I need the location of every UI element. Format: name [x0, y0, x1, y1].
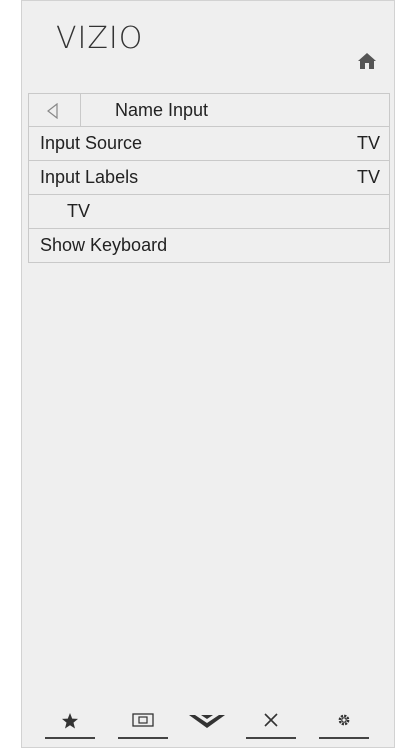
vizio-logo: VIZIO — [56, 21, 144, 56]
menu-panel: VIZIO Name Input Input Source TV Input L… — [21, 0, 395, 748]
menu-item-input-labels[interactable]: Input Labels TV — [28, 161, 390, 195]
back-arrow-icon — [47, 103, 58, 119]
gear-icon — [338, 714, 350, 726]
menu-item-label: Show Keyboard — [40, 235, 168, 255]
widescreen-icon — [132, 713, 154, 727]
vizio-menu-button[interactable] — [182, 706, 232, 739]
exit-button[interactable] — [246, 706, 296, 739]
menu-list: Name Input Input Source TV Input Labels … — [28, 93, 390, 263]
vizio-v-icon — [189, 715, 225, 728]
menu-title-row: Name Input — [28, 93, 390, 127]
menu-item-label: Input Source — [40, 133, 143, 153]
menu-item-name-field[interactable]: TV — [28, 195, 390, 229]
menu-item-input-source[interactable]: Input Source TV — [28, 127, 390, 161]
menu-item-value: TV — [356, 133, 380, 153]
menu-title: Name Input — [115, 100, 209, 120]
bottom-bar — [22, 706, 394, 746]
menu-item-show-keyboard[interactable]: Show Keyboard — [28, 229, 390, 263]
settings-button[interactable] — [319, 706, 369, 739]
star-icon — [62, 713, 78, 729]
menu-item-label: Input Labels — [40, 167, 139, 187]
picture-button[interactable] — [118, 706, 168, 739]
home-icon[interactable] — [357, 51, 377, 71]
favorites-button[interactable] — [45, 706, 95, 739]
back-button[interactable] — [29, 94, 81, 127]
close-icon — [264, 713, 278, 727]
menu-item-value: TV — [356, 167, 380, 187]
menu-item-label: TV — [67, 201, 91, 221]
